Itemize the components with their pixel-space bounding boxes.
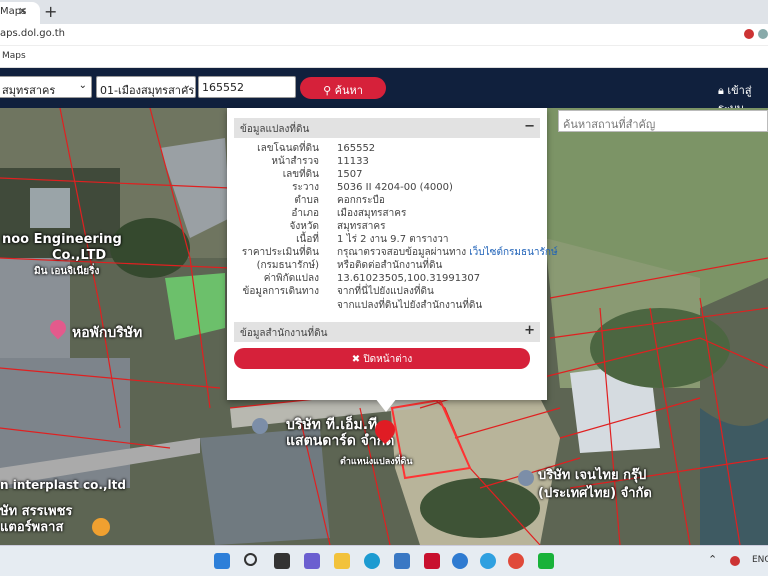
chevron-down-icon: ⌄ [182,80,191,91]
close-window-button[interactable]: ✖ ปิดหน้าต่าง [234,348,530,369]
section-header-office[interactable]: ข้อมูลสำนักงานที่ดิน + [234,322,540,342]
search-icon: ⚲ [323,84,332,97]
address-bar[interactable]: aps.dol.go.th [0,24,768,46]
app-header: สมุทรสาคร ⌄ 01-เมืองสมุทรสาคร ⌄ 165552 ⚲… [0,68,768,108]
map-label-engineering: noo Engineering [2,232,122,247]
map-label-genthai-2: (ประเทศไทย) จำกัด [538,486,652,501]
detail-row-travel: ข้อมูลการเดินทาง จากที่นี่ไปยังแปลงที่ดิ… [242,285,434,298]
browser-tab[interactable]: Maps ✕ [0,2,40,24]
collapse-icon[interactable]: − [524,119,535,134]
map-label-surapong-2: แตอร์พลาส [0,520,64,535]
map-label-dorm: หอพักบริษัท [72,325,143,341]
tab-strip: Maps ✕ + [0,0,768,24]
detail-row: เนื้อที่ 1 ไร่ 2 งาน 9.7 ตารางวา [296,234,449,245]
bookmarks-bar: Maps [0,46,768,68]
search-button[interactable]: ⚲ ค้นหา [300,77,386,99]
province-select[interactable]: สมุทรสาคร ⌄ [0,76,92,98]
profile-icon[interactable] [758,29,768,39]
detail-row: หน้าสำรวจ 11133 [271,156,369,167]
help-icon[interactable] [480,553,496,569]
detail-row: ตำบล คอกกระบือ [294,195,385,206]
place-search-input[interactable]: ค้นหาสถานที่สำคัญ [558,110,768,132]
tray-app-icon[interactable] [730,556,740,566]
taskbar: ⌃ ENG [0,545,768,576]
url-text[interactable]: aps.dol.go.th [0,28,65,39]
edge-beta-icon[interactable] [452,553,468,569]
bookmark-maps[interactable]: Maps [2,51,26,61]
detail-row-coord: ค่าพิกัดแปลง 13.61023505,100.31991307 [263,272,481,285]
teams-icon[interactable] [304,553,320,569]
detail-row: จังหวัด สมุทรสาคร [289,221,386,232]
parcel-number-input[interactable]: 165552 [198,76,296,98]
parcel-info-panel: ข้อมูลแปลงที่ดิน − เลขโฉนดที่ดิน 165552 ห… [227,108,558,400]
detail-row: เลขโฉนดที่ดิน 165552 [257,143,376,154]
chrome-icon[interactable] [508,553,524,569]
panel-pointer [375,398,397,412]
mcafee-icon[interactable] [424,553,440,569]
store-icon[interactable] [394,553,410,569]
detail-row-price-sub: (กรมธนารักษ์) หรือติดต่อสำนักงานที่ดิน [256,260,443,271]
language-indicator[interactable]: ENG [752,555,768,565]
map-label-engineering-3: มิน เอนจิเนียริ่ง [34,266,100,277]
parcel-marker-label: ตำแหน่งแปลงที่ดิน [340,457,413,467]
detail-row-price: ราคาประเมินที่ดิน กรุณาตรวจสอบข้อมูลผ่าน… [241,247,558,258]
new-tab-icon[interactable]: + [44,2,57,21]
extension-icon[interactable] [744,29,754,39]
edge-icon[interactable] [364,553,380,569]
chevron-up-icon[interactable]: ⌃ [708,553,717,566]
coordinate-link[interactable]: 13.61023505,100.31991307 [337,272,480,285]
map-label-engineering-2: Co.,LTD [52,248,107,263]
map-pin-icon[interactable] [92,518,110,536]
directions-to-parcel-link[interactable]: จากที่นี่ไปยังแปลงที่ดิน [337,285,434,298]
section-header-parcel[interactable]: ข้อมูลแปลงที่ดิน − [234,118,540,138]
detail-row: อำเภอ เมืองสมุทรสาคร [291,208,407,219]
file-explorer-icon[interactable] [334,553,350,569]
map-pin-icon[interactable] [518,470,534,486]
task-view-icon[interactable] [274,553,290,569]
close-icon[interactable]: ✕ [18,5,27,18]
line-icon[interactable] [538,553,554,569]
map-label-interplast: n interplast co.,ltd [0,478,126,492]
windows-start-icon[interactable] [214,553,230,569]
map-pin-icon[interactable] [252,418,268,434]
chevron-down-icon: ⌄ [78,80,87,91]
detail-row-travel-2: จากแปลงที่ดินไปยังสำนักงานที่ดิน [227,299,547,312]
search-icon[interactable] [244,553,257,566]
expand-icon[interactable]: + [524,323,535,338]
detail-row: เลขที่ดิน 1507 [282,169,363,180]
treasury-website-link[interactable]: เว็บไซต์กรมธนารักษ์ [469,247,557,258]
detail-row: ระวาง 5036 II 4204-00 (4000) [292,182,453,193]
district-select[interactable]: 01-เมืองสมุทรสาคร ⌄ [96,76,196,98]
lock-icon: 🔒︎ [718,84,724,97]
directions-to-office-link[interactable]: จากแปลงที่ดินไปยังสำนักงานที่ดิน [337,299,482,312]
